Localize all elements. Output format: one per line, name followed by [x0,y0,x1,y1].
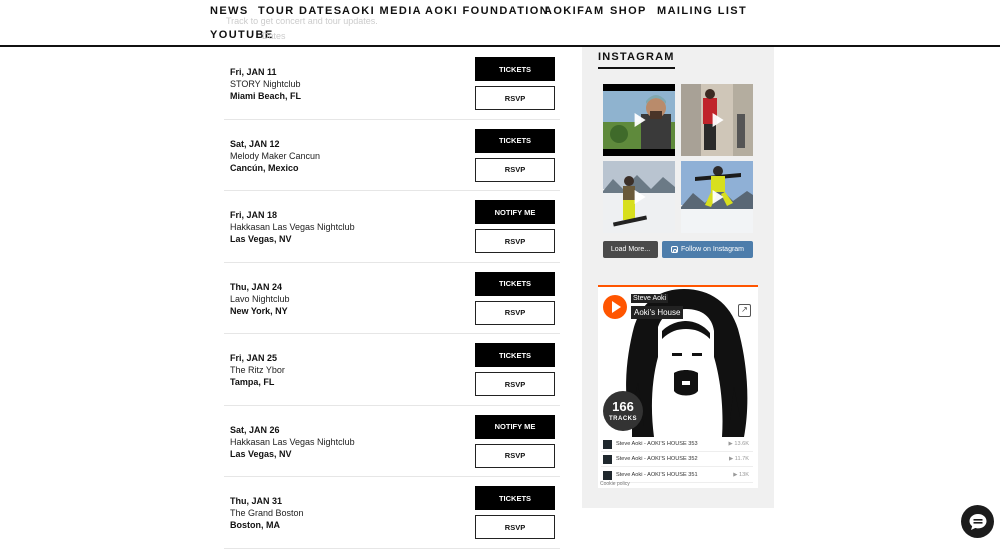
rsvp-button[interactable]: RSVP [475,443,555,468]
tickets-button[interactable]: TICKETS [475,271,555,296]
soundcloud-track-title[interactable]: Aoki's House [631,306,684,319]
event-city: New York, NY [230,305,288,316]
event-row: Thu, JAN 31 The Grand Boston Boston, MA … [224,477,560,549]
track-row-title: Steve Aoki - AOKI'S HOUSE 351 [616,472,698,478]
play-icon [634,190,646,204]
top-nav: NEWS TOUR DATES AOKI MEDIA AOKI FOUNDATI… [0,0,1000,47]
track-thumbnail [603,471,612,480]
instagram-title: INSTAGRAM [598,51,675,63]
rsvp-button[interactable]: RSVP [475,157,555,182]
event-venue: The Ritz Ybor [230,365,285,375]
instagram-icon [670,246,678,253]
event-date: Fri, JAN 18 [230,210,278,220]
load-more-button[interactable]: Load More... [603,241,658,258]
nav-aoki-foundation[interactable]: AOKI FOUNDATION [425,5,549,17]
event-venue: Hakkasan Las Vegas Nightclub [230,222,355,232]
event-venue: Hakkasan Las Vegas Nightclub [230,436,355,447]
track-updates-text: Track to get concert and tour updates. [226,16,378,26]
track-row[interactable]: Steve Aoki - AOKI'S HOUSE 352 ▶ 11.7K [601,452,753,467]
event-venue: The Grand Boston [230,508,304,518]
track-row-title: Steve Aoki - AOKI'S HOUSE 353 [616,441,698,447]
event-row: Sat, JAN 26 Hakkasan Las Vegas Nightclub… [224,406,560,477]
event-venue: Lavo Nightclub [230,293,290,304]
event-row: Fri, JAN 11 STORY Nightclub Miami Beach,… [224,48,560,120]
event-date: Fri, JAN 25 [230,353,278,363]
track-row-plays: ▶ 13K [733,472,749,478]
play-icon [634,113,646,127]
chat-button[interactable] [961,505,994,538]
sidebar: INSTAGRAM Load More... Follow on Instagr… [582,46,774,508]
event-date: Fri, JAN 11 [230,67,277,77]
event-row: Fri, JAN 18 Hakkasan Las Vegas Nightclub… [224,191,560,263]
dates-text: Dates [262,31,286,41]
track-row-plays: ▶ 11.7K [728,456,749,462]
track-count-badge: 166 TRACKS [603,391,643,431]
tickets-button[interactable]: TICKETS [475,343,555,367]
event-city: Boston, MA [230,520,280,530]
event-date: Thu, JAN 31 [230,496,283,506]
track-row[interactable]: Steve Aoki - AOKI'S HOUSE 353 ▶ 13.6K [601,437,753,452]
instagram-post[interactable] [681,84,753,156]
follow-instagram-button[interactable]: Follow on Instagram [662,241,753,258]
tickets-button[interactable]: TICKETS [475,486,555,510]
play-count: 13K [739,472,749,478]
instagram-post[interactable] [681,161,753,233]
play-count: 11.7K [734,456,749,462]
nav-mailing-list[interactable]: MAILING LIST [657,5,747,17]
tickets-button[interactable]: TICKETS [475,128,555,153]
instagram-post[interactable] [603,84,675,156]
track-count-label: TRACKS [609,416,637,422]
rsvp-button[interactable]: RSVP [475,300,555,325]
nav-aokifam[interactable]: AOKIFAM [544,5,605,17]
title-underline [598,67,675,69]
rsvp-button[interactable]: RSVP [475,372,555,396]
event-date: Sat, JAN 12 [230,138,280,149]
play-count: 13.6K [734,441,749,447]
track-row-plays: ▶ 13.6K [728,441,749,447]
play-icon [712,113,724,127]
play-icon [712,190,724,204]
page: NEWS TOUR DATES AOKI MEDIA AOKI FOUNDATI… [0,0,1000,556]
rsvp-button[interactable]: RSVP [475,515,555,539]
rsvp-button[interactable]: RSVP [475,229,555,253]
event-city: Miami Beach, FL [230,91,302,101]
cookie-policy-link[interactable]: Cookie policy [600,481,630,487]
event-city: Las Vegas, NV [230,448,292,459]
soundcloud-artist[interactable]: Steve Aoki [631,294,669,303]
event-venue: STORY Nightclub [230,79,301,89]
rsvp-button[interactable]: RSVP [475,86,555,110]
notify-me-button[interactable]: NOTIFY ME [475,200,555,224]
event-city: Tampa, FL [230,377,275,387]
event-venue: Melody Maker Cancun [230,150,321,161]
tickets-button[interactable]: TICKETS [475,57,555,81]
chat-bubble-icon [969,513,986,530]
event-row: Fri, JAN 25 The Ritz Ybor Tampa, FL TICK… [224,334,560,406]
play-button[interactable] [603,295,627,319]
follow-instagram-label: Follow on Instagram [680,246,745,253]
instagram-post[interactable] [603,161,675,233]
event-date: Sat, JAN 26 [230,424,280,435]
nav-shop[interactable]: SHOP [610,5,647,17]
share-icon[interactable]: ↗ [738,304,751,317]
track-thumbnail [603,440,612,449]
soundcloud-widget: Steve Aoki Aoki's House ↗ 166 TRACKS Ste… [598,285,758,488]
track-row-title: Steve Aoki - AOKI'S HOUSE 352 [616,456,698,462]
event-row: Sat, JAN 12 Melody Maker Cancun Cancún, … [224,120,560,191]
event-row: Thu, JAN 24 Lavo Nightclub New York, NY … [224,263,560,334]
track-thumbnail [603,455,612,464]
event-city: Las Vegas, NV [230,234,292,244]
tour-events-list: Fri, JAN 11 STORY Nightclub Miami Beach,… [224,48,560,549]
track-count: 166 [612,399,634,414]
event-date: Thu, JAN 24 [230,281,283,292]
event-city: Cancún, Mexico [230,162,299,173]
notify-me-button[interactable]: NOTIFY ME [475,414,555,439]
